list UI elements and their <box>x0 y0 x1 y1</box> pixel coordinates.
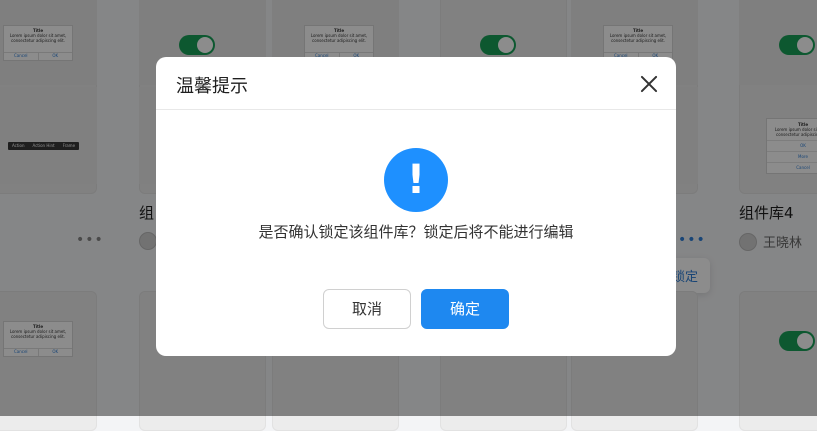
exclamation-icon: ! <box>384 148 448 212</box>
confirm-dialog: 温馨提示 ! 是否确认锁定该组件库？锁定后将不能进行编辑 取消 确定 <box>156 57 676 356</box>
cancel-button[interactable]: 取消 <box>323 289 411 329</box>
dialog-header: 温馨提示 <box>156 57 676 110</box>
confirm-button[interactable]: 确定 <box>421 289 509 329</box>
dialog-title: 温馨提示 <box>176 76 248 97</box>
dialog-message: 是否确认锁定该组件库？锁定后将不能进行编辑 <box>258 223 574 241</box>
close-icon[interactable] <box>640 75 658 93</box>
